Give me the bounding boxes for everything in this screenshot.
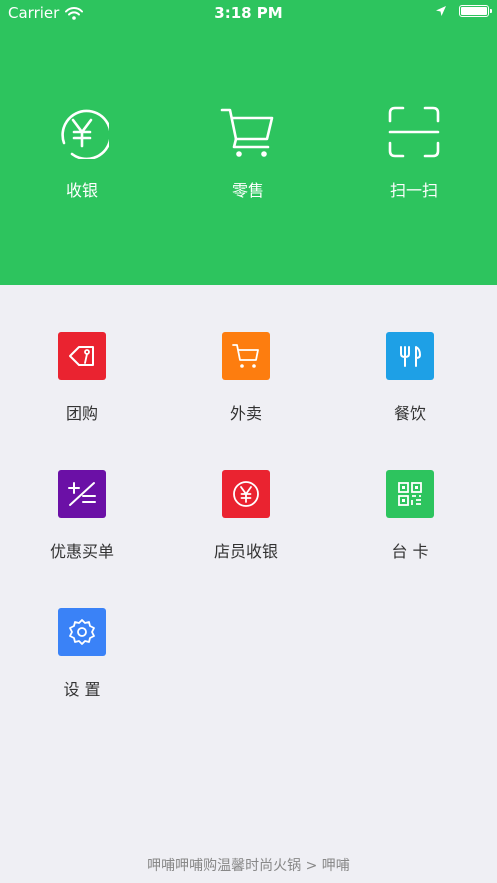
header-banner: Carrier 3:18 PM 收银 零售 扫一扫 [0, 0, 497, 285]
fork-knife-icon [400, 346, 421, 367]
tile-table-card [386, 470, 434, 518]
gear-icon [69, 619, 95, 645]
grid-item-settings[interactable]: 设 置 [12, 608, 152, 700]
top-action-label: 零售 [231, 181, 264, 200]
tile-settings [58, 608, 106, 656]
grid-item-group-buy[interactable]: 团购 [12, 332, 152, 424]
grid-item-discount-pay[interactable]: 优惠买单 [12, 470, 152, 562]
top-action-label: 扫一扫 [389, 181, 438, 200]
yen-icon [61, 109, 109, 159]
tile-staff-cashier [222, 470, 270, 518]
top-action-scan[interactable]: 扫一扫 [344, 105, 484, 201]
cart-icon [232, 344, 259, 368]
plus-minus-icon [68, 482, 96, 506]
top-action-label: 收银 [65, 181, 98, 200]
grid-item-label: 台 卡 [391, 542, 429, 561]
grid-item-label: 店员收银 [213, 542, 278, 561]
scan-icon [388, 106, 440, 158]
grid-item-label: 设 置 [63, 680, 101, 699]
top-action-retail[interactable]: 零售 [178, 105, 318, 201]
grid-item-takeout[interactable]: 外卖 [176, 332, 316, 424]
tile-dining [386, 332, 434, 380]
grid-item-label: 优惠买单 [49, 542, 114, 561]
tile-takeout [222, 332, 270, 380]
tile-discount-pay [58, 470, 106, 518]
status-time: 3:18 PM [214, 4, 283, 22]
grid-item-staff-cashier[interactable]: 店员收银 [176, 470, 316, 562]
status-bar: Carrier 3:18 PM [0, 0, 497, 26]
footer-store-path: 呷哺呷哺购温馨时尚火锅 > 呷哺 [147, 858, 350, 874]
battery-icon [459, 5, 492, 17]
grid-item-dining[interactable]: 餐饮 [340, 332, 480, 424]
grid-item-label: 餐饮 [393, 404, 426, 423]
qr-code-icon [398, 482, 422, 506]
location-arrow-icon [436, 6, 446, 16]
top-action-cashier[interactable]: 收银 [12, 105, 152, 201]
grid-item-label: 外卖 [229, 404, 262, 423]
yen-icon [233, 481, 259, 507]
grid-item-label: 团购 [65, 404, 98, 423]
cart-icon [220, 108, 274, 157]
tag-icon [69, 346, 94, 366]
tile-group-buy [58, 332, 106, 380]
grid-item-table-card[interactable]: 台 卡 [340, 470, 480, 562]
status-right [435, 5, 492, 17]
